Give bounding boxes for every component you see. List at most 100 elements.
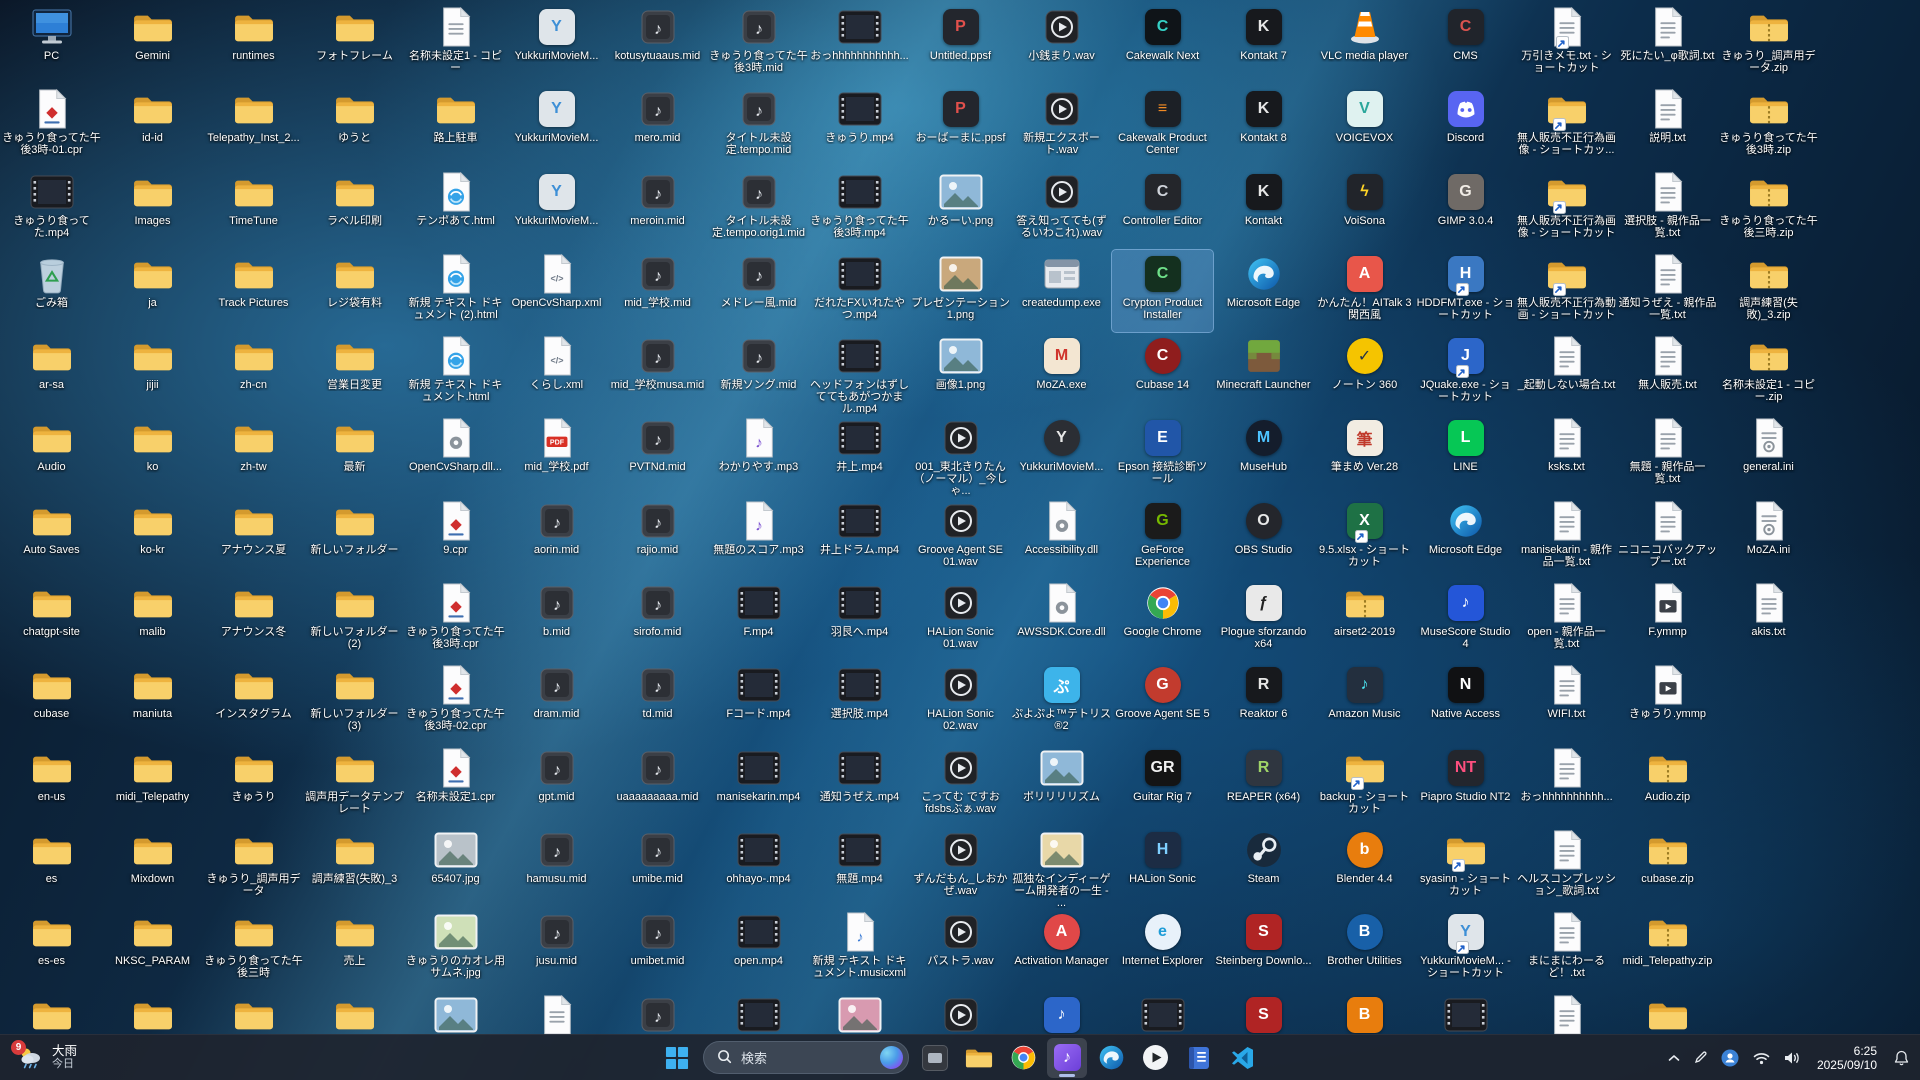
taskbar-app-edge[interactable] <box>1091 1038 1131 1078</box>
desktop-icon[interactable]: ♪ jusu.mid <box>506 908 607 990</box>
desktop-icon[interactable]: cubase <box>1 661 102 743</box>
desktop-icon[interactable]: A かんたん！AITalk 3 関西風 <box>1314 250 1415 332</box>
desktop-icon[interactable]: V VOICEVOX <box>1314 85 1415 167</box>
desktop-icon[interactable]: B Brother Utilities <box>1314 908 1415 990</box>
desktop-icon[interactable]: airset2-2019 <box>1314 579 1415 661</box>
desktop-icon[interactable]: きゅうり食ってた午後3時.zip <box>1718 85 1819 167</box>
desktop-icon[interactable]: 無題 - 親作品一覧.txt <box>1617 414 1718 496</box>
taskbar-app-chrome[interactable] <box>1003 1038 1043 1078</box>
desktop-icon[interactable]: N Native Access <box>1415 661 1516 743</box>
taskbar-clock[interactable]: 6:25 2025/09/10 <box>1811 1042 1883 1074</box>
desktop-icon[interactable]: es <box>1 826 102 908</box>
desktop-icon[interactable]: きゅうり食ってた午後3時.mp4 <box>809 168 910 250</box>
desktop-icon[interactable]: 井上.mp4 <box>809 414 910 496</box>
desktop-icon[interactable]: 画像1.png <box>910 332 1011 414</box>
desktop-icon[interactable]: ♪ 新規 テキスト ドキュメント.musicxml <box>809 908 910 990</box>
desktop-icon[interactable]: PDF mid_学校.pdf <box>506 414 607 496</box>
desktop-icon[interactable]: open.mp4 <box>708 908 809 990</box>
taskbar-app-vscode[interactable] <box>1223 1038 1263 1078</box>
desktop-icon[interactable]: Fコード.mp4 <box>708 661 809 743</box>
desktop-icon[interactable]: midi_Telepathy <box>102 744 203 826</box>
tray-pen-icon[interactable] <box>1689 1041 1712 1075</box>
desktop-icon[interactable]: Track Pictures <box>203 250 304 332</box>
desktop-icon[interactable]: midi_Telepathy.zip <box>1617 908 1718 990</box>
desktop-icon[interactable]: NT Piapro Studio NT2 <box>1415 744 1516 826</box>
desktop-icon[interactable]: Y YukkuriMovieM... <box>1011 414 1112 496</box>
desktop-icon[interactable]: jijii <box>102 332 203 414</box>
desktop-icon[interactable]: 無題.mp4 <box>809 826 910 908</box>
desktop-icon[interactable]: きゅうり_調声用データ <box>203 826 304 908</box>
desktop-icon[interactable]: 名称未設定1 - コピー <box>405 3 506 85</box>
desktop-icon[interactable]: Gemini <box>102 3 203 85</box>
desktop-icon[interactable]: きゅうり.mp4 <box>809 85 910 167</box>
tray-wifi-icon[interactable] <box>1748 1041 1775 1075</box>
desktop-icon[interactable]: 孤独なインディーゲーム開発者の一生 - ... <box>1011 826 1112 908</box>
desktop-icon[interactable]: F.ymmp <box>1617 579 1718 661</box>
desktop-icon[interactable]: ♪ umibe.mid <box>607 826 708 908</box>
desktop-icon[interactable]: general.ini <box>1718 414 1819 496</box>
desktop-icon[interactable]: 新しいフォルダー (2) <box>304 579 405 661</box>
desktop-icon[interactable]: O OBS Studio <box>1213 497 1314 579</box>
start-button[interactable] <box>657 1038 697 1078</box>
desktop-icon[interactable]: b Blender 4.4 <box>1314 826 1415 908</box>
desktop-icon[interactable]: きゅうり <box>203 744 304 826</box>
desktop-icon[interactable]: E Epson 接続診断ツール <box>1112 414 1213 496</box>
desktop-icon[interactable]: C Cakewalk Next <box>1112 3 1213 85</box>
desktop-icon[interactable]: まにまにわーるど！.txt <box>1516 908 1617 990</box>
desktop-icon[interactable]: ♪ メドレー風.mid <box>708 250 809 332</box>
desktop-icon[interactable]: Minecraft Launcher <box>1213 332 1314 414</box>
desktop-icon[interactable]: K Kontakt 8 <box>1213 85 1314 167</box>
taskbar-app-notepad[interactable] <box>1179 1038 1219 1078</box>
desktop-icon[interactable]: P おーばーまに.ppsf <box>910 85 1011 167</box>
desktop-icon[interactable]: ϟ VoiSona <box>1314 168 1415 250</box>
desktop-icon[interactable]: ニコニコバックアップー.txt <box>1617 497 1718 579</box>
notification-bell-icon[interactable] <box>1889 1041 1914 1075</box>
desktop-icon[interactable]: きゅうり_調声用データ.zip <box>1718 3 1819 85</box>
desktop-icon[interactable]: ♪ td.mid <box>607 661 708 743</box>
desktop-icon[interactable]: C Controller Editor <box>1112 168 1213 250</box>
desktop-icon[interactable]: 名称未設定1.cpr <box>405 744 506 826</box>
desktop-icon[interactable]: アナウンス夏 <box>203 497 304 579</box>
desktop-icon[interactable]: ♪ sirofo.mid <box>607 579 708 661</box>
desktop-icon[interactable]: 新規 テキスト ドキュメント.html <box>405 332 506 414</box>
desktop-icon[interactable]: 選択肢 - 親作品一覧.txt <box>1617 168 1718 250</box>
desktop-icon[interactable]: 新規 テキスト ドキュメント (2).html <box>405 250 506 332</box>
desktop-icon[interactable]: 9.cpr <box>405 497 506 579</box>
desktop-icon[interactable]: Telepathy_Inst_2... <box>203 85 304 167</box>
desktop-icon[interactable]: es-es <box>1 908 102 990</box>
desktop-icon[interactable]: 通知うぜえ - 親作品一覧.txt <box>1617 250 1718 332</box>
desktop-icon[interactable]: MoZA.ini <box>1718 497 1819 579</box>
desktop-icon[interactable]: ja <box>102 250 203 332</box>
desktop-icon[interactable]: Y YukkuriMovieM... <box>506 3 607 85</box>
desktop-icon[interactable]: P Untitled.ppsf <box>910 3 1011 85</box>
desktop-icon[interactable]: きゅうり食ってた午後3時.cpr <box>405 579 506 661</box>
desktop-icon[interactable]: 新しいフォルダー (3) <box>304 661 405 743</box>
desktop-icon[interactable]: ゆうと <box>304 85 405 167</box>
desktop-icon[interactable]: maniuta <box>102 661 203 743</box>
taskbar-app-file-explorer[interactable] <box>959 1038 999 1078</box>
desktop-icon[interactable]: K Kontakt <box>1213 168 1314 250</box>
desktop-icon[interactable]: malib <box>102 579 203 661</box>
desktop-icon[interactable]: ♪ MuseScore Studio 4 <box>1415 579 1516 661</box>
desktop-icon[interactable]: ♪ 新規ソング.mid <box>708 332 809 414</box>
desktop-icon[interactable]: PC <box>1 3 102 85</box>
desktop-icon[interactable]: zh-tw <box>203 414 304 496</box>
desktop-icon[interactable]: M MuseHub <box>1213 414 1314 496</box>
desktop-icon[interactable]: きゅうり.ymmp <box>1617 661 1718 743</box>
desktop-icon[interactable]: A Activation Manager <box>1011 908 1112 990</box>
desktop-icon[interactable]: ♪ b.mid <box>506 579 607 661</box>
desktop-icon[interactable]: 001_東北きりたん（ノーマル）_今しゃ... <box>910 414 1011 497</box>
desktop-icon[interactable]: きゅうり食ってた.mp4 <box>1 168 102 250</box>
desktop-icon[interactable]: きゅうり食ってた午後三時.zip <box>1718 168 1819 250</box>
desktop-icon[interactable]: きゅうり食ってた午後3時-01.cpr <box>1 85 102 167</box>
desktop-icon[interactable]: 新しいフォルダー <box>304 497 405 579</box>
desktop-icon[interactable]: HALion Sonic 01.wav <box>910 579 1011 661</box>
weather-widget[interactable]: 9 大雨 今日 <box>8 1035 85 1080</box>
desktop-icon[interactable]: ♪ PVTNd.mid <box>607 414 708 496</box>
desktop-icon[interactable]: HALion Sonic 02.wav <box>910 661 1011 743</box>
desktop-icon[interactable]: 無人販売不正行為画像 - ショートカット <box>1516 168 1617 250</box>
desktop-icon[interactable]: Y YukkuriMovieM... <box>506 168 607 250</box>
desktop-icon[interactable]: ♪ meroin.mid <box>607 168 708 250</box>
desktop-icon[interactable]: 売上 <box>304 908 405 990</box>
desktop-icon[interactable]: ぷぷよぷよ™テトリス®2 <box>1011 661 1112 743</box>
